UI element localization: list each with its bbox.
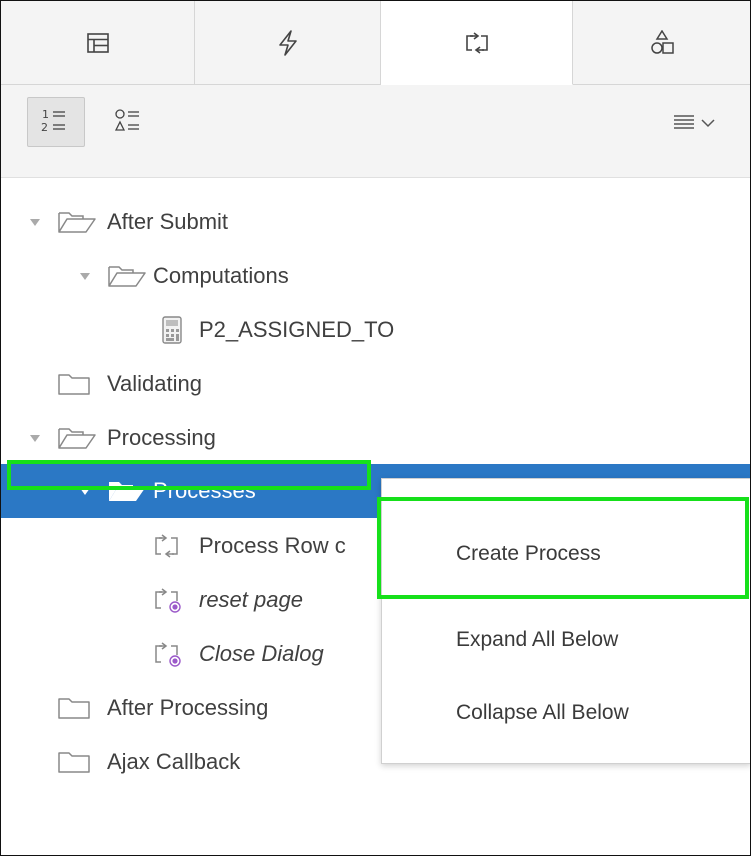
panel-tabs <box>1 1 750 85</box>
tab-dynamic-actions[interactable] <box>195 1 381 84</box>
expand-triangle-icon[interactable] <box>78 484 92 498</box>
menu-item-create-process[interactable]: Create Process <box>456 542 601 566</box>
tree-node-p2-assigned-to[interactable]: P2_ASSIGNED_TO <box>1 303 750 357</box>
tab-shared-components[interactable] <box>573 1 750 84</box>
process-disabled-icon <box>153 587 187 613</box>
tree-menu-button[interactable] <box>664 107 724 141</box>
calculator-icon <box>161 316 183 344</box>
tree-node-label: Ajax Callback <box>107 749 241 774</box>
view-by-component-type-button[interactable] <box>101 97 159 147</box>
expand-triangle-icon[interactable] <box>28 215 42 229</box>
tree-node-label: After Processing <box>107 695 269 720</box>
tree-node-label: P2_ASSIGNED_TO <box>199 317 395 342</box>
folder-open-icon <box>57 425 97 451</box>
tree-node-label: After Submit <box>107 209 229 234</box>
numbered-list-icon: 12 <box>39 106 73 139</box>
lightning-icon <box>277 29 299 56</box>
tab-processing[interactable] <box>381 1 573 85</box>
svg-text:2: 2 <box>41 121 48 134</box>
context-menu: Create Process Expand All Below Collapse… <box>381 478 750 764</box>
process-icon <box>153 533 187 559</box>
process-disabled-icon <box>153 641 187 667</box>
rendering-tree-icon <box>86 32 109 53</box>
expand-triangle-icon[interactable] <box>78 269 92 283</box>
svg-text:1: 1 <box>42 108 49 121</box>
chevron-down-icon <box>701 115 715 133</box>
folder-open-icon <box>57 209 97 235</box>
tree-node-label: reset page <box>199 587 303 612</box>
menu-item-expand-all-below[interactable]: Expand All Below <box>456 628 618 652</box>
menu-item-collapse-all-below[interactable]: Collapse All Below <box>456 701 629 725</box>
processing-arrows-icon <box>464 31 490 54</box>
tree-node-label: Validating <box>107 371 202 396</box>
tree-node-processing[interactable]: Processing <box>1 411 750 465</box>
tree-node-label: Computations <box>153 263 289 288</box>
tree-node-label: Process Row c <box>199 533 346 558</box>
folder-open-icon <box>107 263 147 289</box>
shapes-list-icon <box>113 106 147 139</box>
tree-toolbar: 12 <box>1 85 750 178</box>
tab-rendering[interactable] <box>1 1 195 84</box>
view-by-processing-order-button[interactable]: 12 <box>27 97 85 147</box>
shapes-icon <box>650 29 674 56</box>
tree-node-validating[interactable]: Validating <box>1 357 750 411</box>
tree-node-label: Close Dialog <box>199 641 324 666</box>
page-designer-panel: 12 After Submit Computations P2_ASSIGNED… <box>0 0 751 856</box>
tree-node-label: Processing <box>107 425 216 450</box>
menu-lines-icon <box>673 114 695 135</box>
folder-icon <box>57 749 93 775</box>
folder-open-icon <box>107 478 147 504</box>
folder-icon <box>57 695 93 721</box>
tree-node-label: Processes <box>153 478 256 503</box>
tree-node-computations[interactable]: Computations <box>1 249 750 303</box>
tree-node-after-submit[interactable]: After Submit <box>1 195 750 249</box>
expand-triangle-icon[interactable] <box>28 431 42 445</box>
folder-icon <box>57 371 93 397</box>
